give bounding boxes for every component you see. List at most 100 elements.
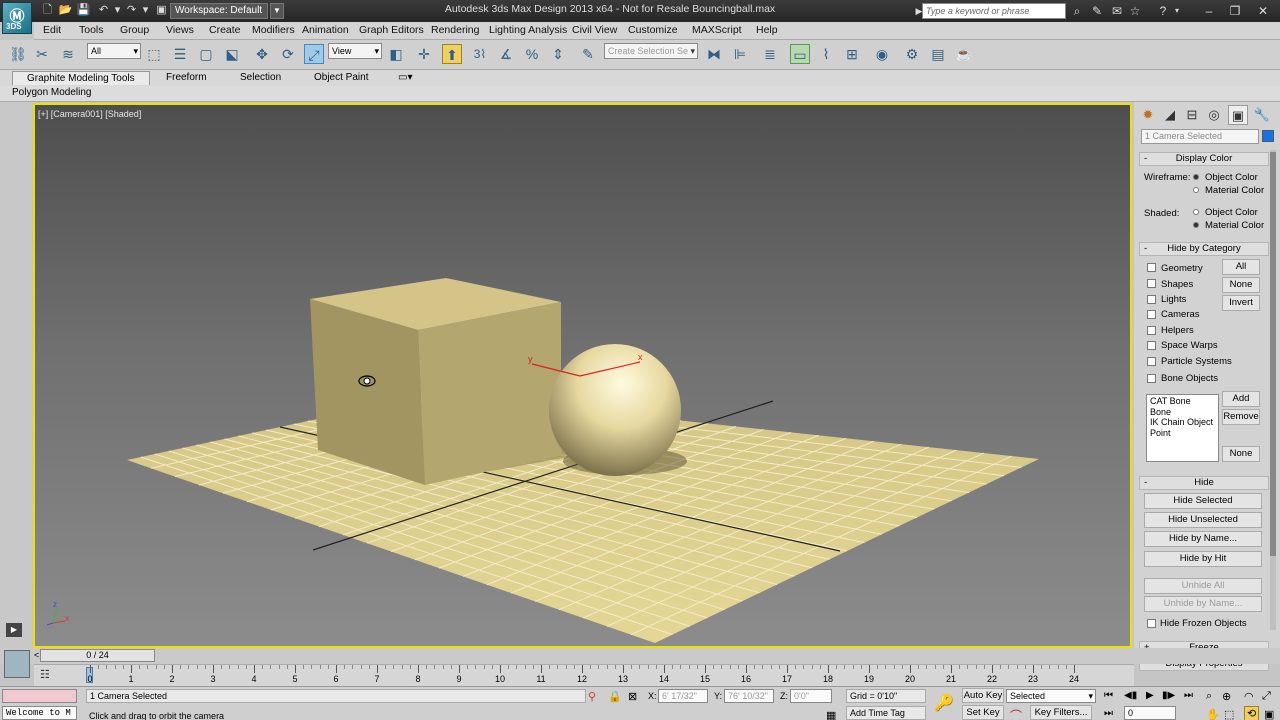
- maxscript-listener[interactable]: Welcome to M: [2, 706, 77, 720]
- list-add-button[interactable]: Add: [1222, 391, 1260, 407]
- create-panel-icon[interactable]: ✹: [1138, 105, 1158, 125]
- auto-key-button[interactable]: Auto Key: [962, 688, 1004, 703]
- set-key-button[interactable]: Set Key: [962, 705, 1004, 720]
- modify-panel-icon[interactable]: ◢: [1160, 105, 1180, 125]
- rollout-hide[interactable]: - Hide: [1139, 476, 1269, 490]
- maximize-viewport-icon[interactable]: ⤢: [1262, 690, 1271, 703]
- restore-icon[interactable]: ❐: [1226, 3, 1244, 19]
- play-icon[interactable]: ▶: [1146, 690, 1154, 701]
- graphite-toggle-icon[interactable]: ▭: [790, 44, 810, 64]
- wireframe-object-color-radio[interactable]: [1193, 174, 1199, 180]
- communication-icon[interactable]: ✉: [1108, 3, 1126, 19]
- move-icon[interactable]: ✥: [252, 44, 272, 64]
- hold-icon[interactable]: ▣: [154, 3, 169, 18]
- rectangular-selection-icon[interactable]: ▢: [196, 44, 216, 64]
- menu-lighting-analysis[interactable]: Lighting Analysis: [489, 24, 567, 36]
- hide-frozen-objects-checkbox[interactable]: [1147, 619, 1156, 628]
- time-slider-prev-button[interactable]: <: [34, 650, 39, 660]
- workspace-select[interactable]: Workspace: Default: [170, 3, 268, 19]
- list-remove-button[interactable]: Remove: [1222, 409, 1260, 425]
- layer-manager-icon[interactable]: ≣: [760, 44, 780, 64]
- tab-polygon-modeling[interactable]: Polygon Modeling: [12, 87, 92, 98]
- orbit-icon[interactable]: ⟲: [1244, 706, 1260, 720]
- unlink-icon[interactable]: ✂: [32, 44, 52, 64]
- angle-snap-icon[interactable]: ∡: [496, 44, 516, 64]
- ribbon-options-icon[interactable]: ▭▾: [392, 71, 418, 85]
- key-tangent-icon[interactable]: ⌒: [1010, 707, 1022, 720]
- rotate-icon[interactable]: ⟳: [278, 44, 298, 64]
- zoom-all-icon[interactable]: ⊕: [1222, 690, 1231, 703]
- rollout-display-color[interactable]: - Display Color: [1139, 152, 1269, 166]
- track-bar[interactable]: 0 1 2 3 4 5 6 7 8 9 10 11 12 13 14 15 16 17 18 19 20 21 22 23 24: [34, 664, 1134, 686]
- unhide-by-name-button[interactable]: Unhide by Name...: [1144, 596, 1262, 612]
- window-crossing-icon[interactable]: ⬕: [222, 44, 242, 64]
- add-time-tag-button[interactable]: Add Time Tag: [846, 706, 926, 720]
- time-configuration-icon[interactable]: ▣: [1264, 708, 1274, 720]
- particle-systems-checkbox[interactable]: [1147, 357, 1156, 366]
- redo-dropdown-icon[interactable]: ▾: [138, 3, 153, 18]
- expand-ribbon-icon[interactable]: ▶: [6, 623, 22, 637]
- menu-create[interactable]: Create: [209, 24, 241, 36]
- scale-icon[interactable]: ⤢: [304, 44, 324, 64]
- menu-tools[interactable]: Tools: [79, 24, 104, 36]
- tab-object-paint[interactable]: Object Paint: [300, 71, 382, 85]
- minimize-icon[interactable]: –: [1200, 3, 1218, 19]
- render-setup-icon[interactable]: ⚙: [902, 44, 922, 64]
- render-production-icon[interactable]: ☕: [954, 44, 974, 64]
- list-item[interactable]: Point: [1150, 428, 1215, 439]
- object-color-swatch[interactable]: [1262, 130, 1274, 142]
- hide-by-hit-button[interactable]: Hide by Hit: [1144, 551, 1262, 567]
- menu-civil-view[interactable]: Civil View: [572, 24, 617, 36]
- menu-graph-editors[interactable]: Graph Editors: [359, 24, 424, 36]
- reference-coordinate-dropdown[interactable]: View ▾: [328, 43, 382, 59]
- shapes-checkbox[interactable]: [1147, 279, 1156, 288]
- tab-freeform[interactable]: Freeform: [152, 71, 221, 85]
- close-icon[interactable]: ✕: [1254, 3, 1272, 19]
- percent-snap-icon[interactable]: %: [522, 44, 542, 64]
- cameras-checkbox[interactable]: [1147, 310, 1156, 319]
- category-list[interactable]: CAT Bone Bone IK Chain Object Point: [1146, 394, 1219, 462]
- favorites-icon[interactable]: ☆: [1126, 3, 1144, 19]
- set-key-mode-icon[interactable]: 🔑: [934, 693, 954, 713]
- hierarchy-panel-icon[interactable]: ⊟: [1182, 105, 1202, 125]
- align-icon[interactable]: ⊫: [730, 44, 750, 64]
- goto-end-icon[interactable]: ⏭: [1184, 690, 1193, 701]
- time-slider[interactable]: 0 / 24: [40, 649, 155, 662]
- material-editor-icon[interactable]: ◉: [872, 44, 892, 64]
- pan-icon[interactable]: ✋: [1206, 708, 1220, 720]
- menu-group[interactable]: Group: [120, 24, 149, 36]
- menu-edit[interactable]: Edit: [43, 24, 61, 36]
- tab-selection[interactable]: Selection: [226, 71, 295, 85]
- menu-views[interactable]: Views: [166, 24, 194, 36]
- space-warps-checkbox[interactable]: [1147, 341, 1156, 350]
- y-coord-field[interactable]: 76' 10/32": [724, 689, 774, 703]
- walkthrough-icon[interactable]: ⬚: [1224, 708, 1234, 720]
- tab-graphite-modeling-tools[interactable]: Graphite Modeling Tools: [12, 71, 150, 85]
- hide-unselected-button[interactable]: Hide Unselected: [1144, 512, 1262, 528]
- mirror-icon[interactable]: ⧓: [704, 44, 724, 64]
- previous-frame-icon[interactable]: ◀▮: [1124, 690, 1137, 701]
- curve-editor-toggle-icon[interactable]: ☷: [40, 668, 56, 682]
- shaded-object-color-radio[interactable]: [1193, 209, 1199, 215]
- menu-modifiers[interactable]: Modifiers: [252, 24, 295, 36]
- category-invert-button[interactable]: Invert: [1222, 295, 1260, 311]
- menu-animation[interactable]: Animation: [302, 24, 349, 36]
- next-frame-icon[interactable]: ▮▶: [1162, 690, 1175, 701]
- category-none-button[interactable]: None: [1222, 277, 1260, 293]
- open-icon[interactable]: 📂: [58, 3, 73, 18]
- app-logo-button[interactable]: 3DS Ⓜ: [2, 2, 32, 34]
- binoculars-icon[interactable]: ⌕: [1068, 3, 1086, 19]
- redo-icon[interactable]: ↷: [124, 3, 139, 18]
- search-input[interactable]: Type a keyword or phrase: [922, 3, 1066, 19]
- camera-viewport[interactable]: [+] [Camera001] [Shaded] x y x z: [33, 103, 1132, 648]
- selection-filter-dropdown[interactable]: All ▾: [87, 43, 141, 59]
- maxscript-listener-top[interactable]: [2, 689, 77, 703]
- list-none-button[interactable]: None: [1222, 446, 1260, 462]
- menu-maxscript[interactable]: MAXScript: [692, 24, 742, 36]
- selection-lock-icon[interactable]: 🔒: [608, 690, 622, 703]
- subscription-icon[interactable]: ✎: [1088, 3, 1106, 19]
- display-panel-icon[interactable]: ▣: [1228, 105, 1248, 125]
- object-name-field[interactable]: 1 Camera Selected: [1141, 129, 1259, 144]
- list-item[interactable]: Bone: [1150, 407, 1215, 418]
- bone-objects-checkbox[interactable]: [1147, 374, 1156, 383]
